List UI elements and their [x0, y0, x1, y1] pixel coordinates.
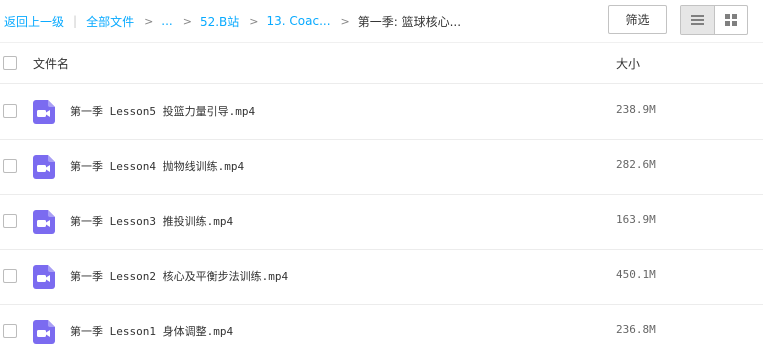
select-all-checkbox[interactable]	[3, 56, 17, 70]
breadcrumb: 返回上一级 | 全部文件 > ... > 52.B站 > 13. Coac...…	[4, 12, 461, 30]
file-size: 282.6M	[616, 158, 656, 171]
row-checkbox[interactable]	[3, 159, 17, 173]
row-checkbox[interactable]	[3, 269, 17, 283]
filter-button[interactable]: 筛选	[608, 5, 667, 34]
file-name[interactable]: 第一季 Lesson5 投篮力量引导.mp4	[70, 103, 255, 119]
chevron-right-icon: >	[340, 14, 350, 28]
table-row[interactable]: 第一季 Lesson5 投篮力量引导.mp4 238.9M	[0, 84, 763, 140]
file-name[interactable]: 第一季 Lesson4 抛物线训练.mp4	[70, 158, 244, 174]
video-file-icon	[33, 210, 55, 234]
row-checkbox[interactable]	[3, 324, 17, 338]
breadcrumb-item-b-station[interactable]: 52.B站	[200, 13, 239, 30]
chevron-right-icon: >	[249, 14, 259, 28]
file-name[interactable]: 第一季 Lesson2 核心及平衡步法训练.mp4	[70, 268, 288, 284]
video-file-icon	[33, 320, 55, 344]
row-checkbox[interactable]	[3, 214, 17, 228]
list-view-button[interactable]	[681, 6, 714, 34]
table-row[interactable]: 第一季 Lesson3 推投训练.mp4 163.9M	[0, 194, 763, 250]
breadcrumb-ellipsis[interactable]: ...	[161, 14, 172, 28]
grid-view-button[interactable]	[713, 6, 748, 34]
row-checkbox[interactable]	[3, 104, 17, 118]
video-file-icon	[33, 155, 55, 179]
breadcrumb-all-files[interactable]: 全部文件	[86, 13, 134, 30]
table-row[interactable]: 第一季 Lesson2 核心及平衡步法训练.mp4 450.1M	[0, 249, 763, 305]
view-toggle	[680, 5, 748, 35]
table-header: 文件名 大小	[0, 43, 763, 84]
file-size: 238.9M	[616, 103, 656, 116]
breadcrumb-item-coach[interactable]: 13. Coac...	[267, 14, 331, 28]
table-row[interactable]: 第一季 Lesson4 抛物线训练.mp4 282.6M	[0, 139, 763, 195]
column-header-size[interactable]: 大小	[616, 55, 640, 72]
file-size: 236.8M	[616, 323, 656, 336]
video-file-icon	[33, 265, 55, 289]
file-name[interactable]: 第一季 Lesson3 推投训练.mp4	[70, 213, 233, 229]
toolbar: 返回上一级 | 全部文件 > ... > 52.B站 > 13. Coac...…	[0, 0, 763, 43]
column-header-name[interactable]: 文件名	[33, 55, 69, 72]
file-size: 450.1M	[616, 268, 656, 281]
chevron-right-icon: >	[144, 14, 154, 28]
chevron-right-icon: >	[182, 14, 192, 28]
back-link[interactable]: 返回上一级	[4, 13, 64, 30]
video-file-icon	[33, 100, 55, 124]
list-view-icon	[690, 15, 704, 25]
breadcrumb-divider: |	[73, 14, 78, 28]
grid-view-icon	[724, 14, 737, 26]
breadcrumb-current: 第一季: 篮球核心...	[357, 14, 462, 29]
file-size: 163.9M	[616, 213, 656, 226]
file-name[interactable]: 第一季 Lesson1 身体调整.mp4	[70, 323, 233, 339]
